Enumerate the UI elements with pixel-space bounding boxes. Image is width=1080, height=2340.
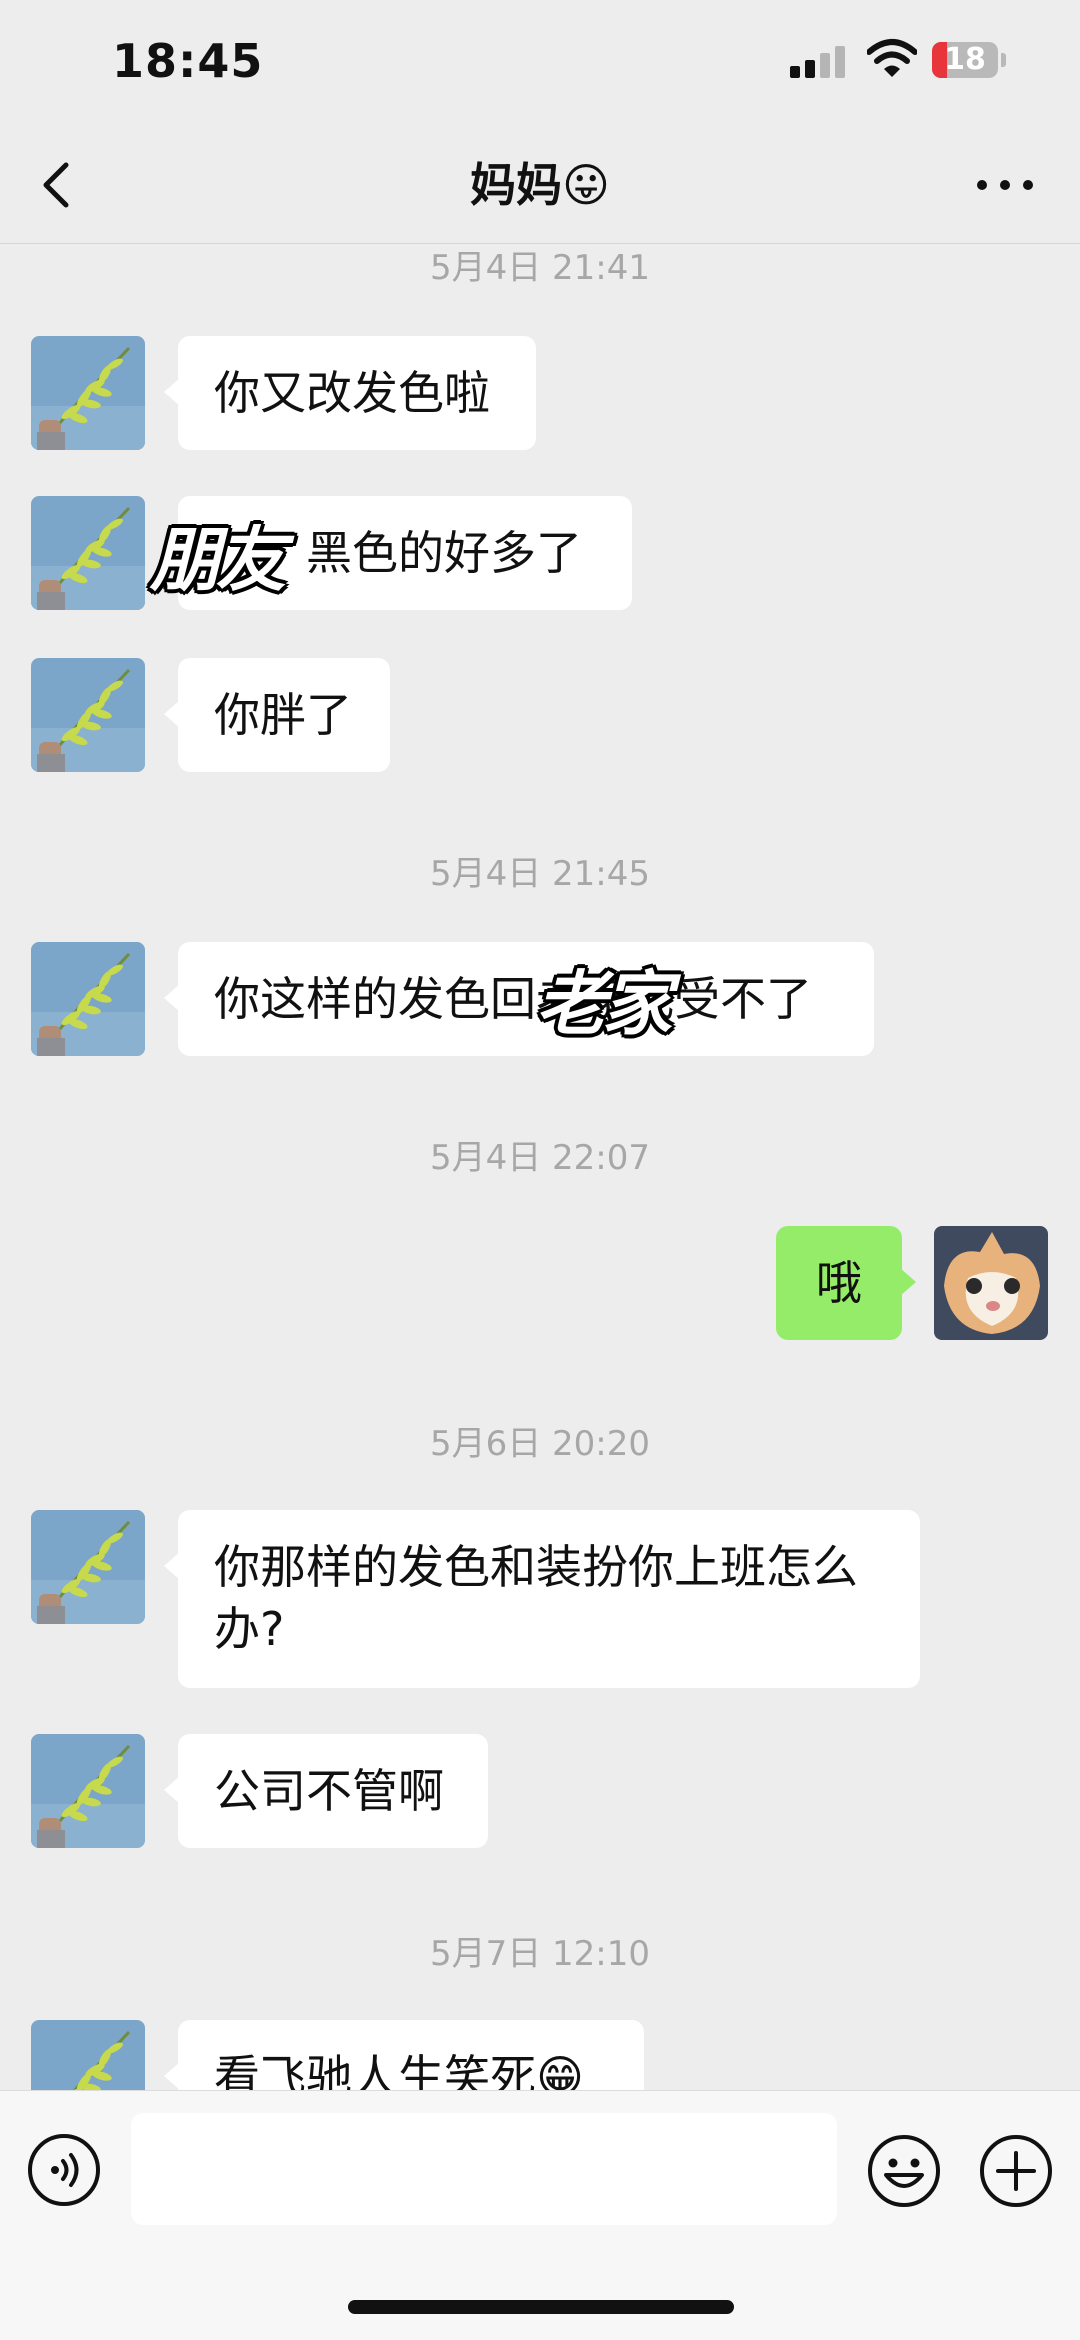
chat-title: 妈妈😛 xyxy=(470,158,610,212)
contact-avatar[interactable] xyxy=(31,1734,145,1848)
status-time: 18:45 xyxy=(112,34,264,88)
battery-icon: 18 xyxy=(932,42,1010,80)
contact-avatar[interactable] xyxy=(31,336,145,450)
battery-level: 18 xyxy=(944,42,986,77)
message-bubble-received[interactable]: 看飞驰人生笑死😁 xyxy=(164,2020,644,2090)
message-bubble-received[interactable]: 公司不管啊 xyxy=(164,1734,488,1848)
plus-icon[interactable] xyxy=(978,2133,1054,2209)
message-input[interactable] xyxy=(131,2113,837,2225)
timestamp: 5月6日 20:20 xyxy=(429,1424,651,1464)
message-bubble-received[interactable]: 你又改发色啦 xyxy=(164,336,536,450)
my-avatar-cat[interactable] xyxy=(934,1226,1048,1340)
contact-avatar[interactable] xyxy=(31,496,145,610)
timestamp: 5月4日 21:41 xyxy=(429,248,651,288)
contact-avatar[interactable] xyxy=(31,1510,145,1624)
wifi-icon xyxy=(867,39,917,77)
contact-avatar[interactable] xyxy=(31,942,145,1056)
timestamp: 5月4日 22:07 xyxy=(429,1138,651,1178)
timestamp: 5月4日 21:45 xyxy=(429,854,651,894)
status-bar: 18:45 18 xyxy=(0,0,1080,125)
message-bubble-sent[interactable]: 哦 xyxy=(776,1226,916,1340)
cellular-signal-icon xyxy=(790,46,845,78)
voice-icon[interactable] xyxy=(27,2133,101,2207)
timestamp: 5月7日 12:10 xyxy=(429,1934,651,1974)
overlay-caption-hometown: 老家 xyxy=(536,963,672,1045)
message-bubble-received[interactable]: 你胖了 xyxy=(164,658,390,772)
home-indicator[interactable] xyxy=(348,2300,734,2314)
overlay-caption-friend: 朋友 xyxy=(150,519,286,601)
message-bubble-received[interactable]: 你那样的发色和装扮你上班怎么办? xyxy=(164,1510,920,1688)
chat-header: 妈妈😛 xyxy=(0,125,1080,244)
message-list[interactable]: 5月4日 21:41 你又改发色啦 黑色的好多了 朋友 你胖了 5月4日 21:… xyxy=(0,244,1080,2090)
contact-avatar[interactable] xyxy=(31,2020,145,2090)
more-dots-icon[interactable] xyxy=(970,155,1040,215)
emoji-icon[interactable] xyxy=(866,2133,942,2209)
message-bubble-received[interactable]: 你这样的发色回老家我受不了 xyxy=(164,942,874,1056)
contact-avatar[interactable] xyxy=(31,658,145,772)
